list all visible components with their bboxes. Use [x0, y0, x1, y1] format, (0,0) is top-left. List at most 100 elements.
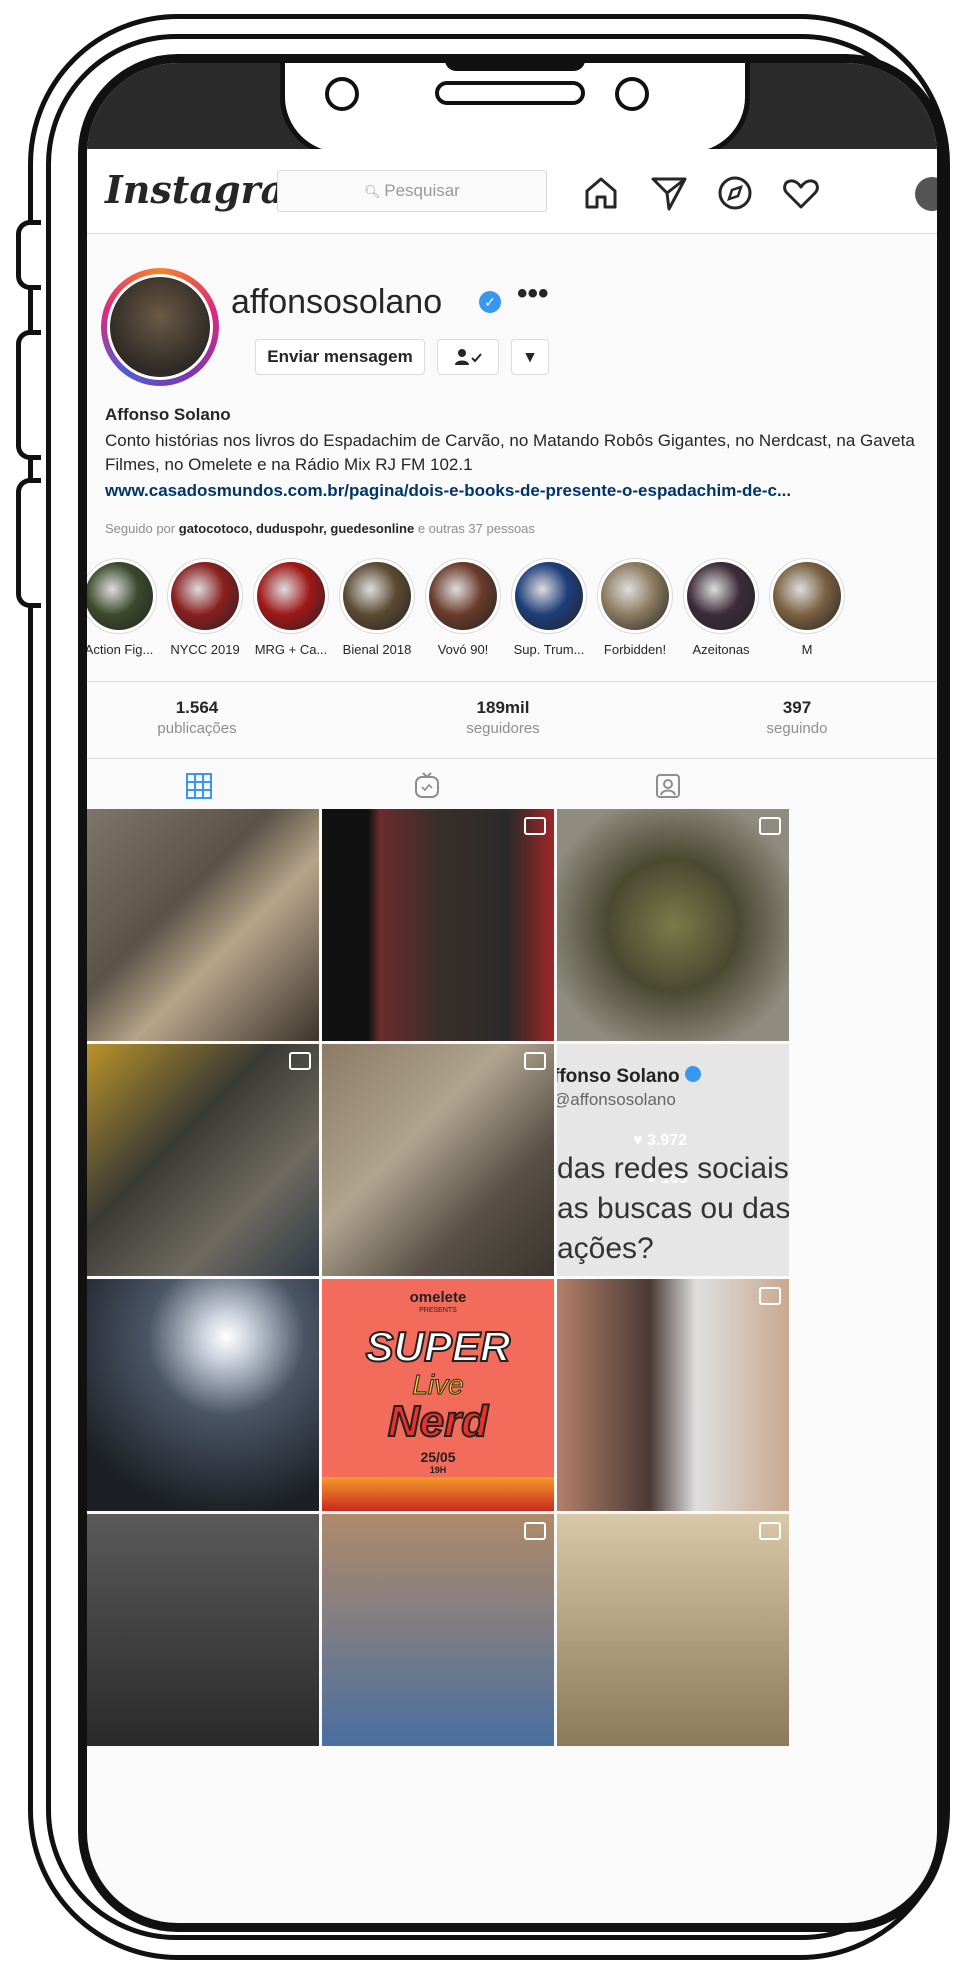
tagged-icon[interactable] — [653, 771, 683, 801]
post-dark-figure[interactable] — [87, 1514, 319, 1746]
highlight-cover — [597, 558, 673, 634]
post-bearded-man-video[interactable] — [322, 809, 554, 1041]
tweet-author-name: ffonso Solano — [557, 1066, 680, 1087]
stat-followers[interactable]: 189mil seguidores — [403, 698, 603, 737]
highlight-thumbnail — [429, 562, 497, 630]
bio-link[interactable]: www.casadosmundos.com.br/pagina/dois-e-b… — [105, 481, 791, 501]
highlight-cover — [769, 558, 845, 634]
story-highlight[interactable]: Vovó 90! — [421, 558, 505, 657]
post-blue-hat[interactable] — [322, 1514, 554, 1746]
post-alien-figure[interactable] — [87, 1044, 319, 1276]
story-highlight[interactable]: M — [765, 558, 849, 657]
search-icon: 🔍︎ — [364, 184, 385, 199]
story-highlight[interactable]: Sup. Trum... — [507, 558, 591, 657]
highlight-label: Azeitonas — [692, 642, 750, 657]
post-museum-statue[interactable] — [322, 1044, 554, 1276]
highlight-label: MRG + Ca... — [254, 642, 328, 657]
post-tweet[interactable]: ffonso Solano @affonsosolano ♥ 3.972 ● 103… — [557, 1044, 789, 1276]
highlight-thumbnail — [87, 562, 153, 630]
dropdown-button[interactable]: ▾ — [511, 339, 549, 375]
highlight-label: Vovó 90! — [437, 642, 489, 657]
post-figure-sword[interactable] — [557, 809, 789, 1041]
tweet-handle: @affonsosolano — [557, 1090, 676, 1109]
more-options-button[interactable]: ••• — [517, 277, 549, 311]
send-message-button[interactable]: Enviar mensagem — [255, 339, 425, 375]
highlight-thumbnail — [773, 562, 841, 630]
stat-following-value: 397 — [782, 698, 812, 717]
nerd-title: Nerd — [387, 1396, 489, 1447]
post-comic-face[interactable] — [557, 1514, 789, 1746]
story-highlights: Action Fig... NYCC 2019 MRG + Ca... Bienal … — [87, 558, 937, 668]
profile-avatar-ring[interactable] — [101, 268, 219, 386]
profile-avatar-icon[interactable] — [915, 177, 937, 211]
highlight-thumbnail — [171, 562, 239, 630]
notch-speaker-bar — [445, 63, 585, 71]
search-input[interactable]: 🔍︎ Pesquisar — [277, 170, 547, 212]
tweet-line-2: as buscas ou das s — [557, 1192, 789, 1225]
video-badge-icon — [524, 817, 546, 835]
highlight-cover — [511, 558, 587, 634]
post-tattoo-arm[interactable] — [87, 809, 319, 1041]
highlight-label: Action Fig... — [84, 642, 154, 657]
profile-username: affonsosolano — [231, 283, 443, 321]
heart-icon: ♥ — [633, 1132, 647, 1149]
direct-icon[interactable] — [649, 173, 689, 213]
highlight-thumbnail — [687, 562, 755, 630]
stat-posts[interactable]: 1.564 publicações — [97, 698, 297, 737]
likes-count: 3.972 — [646, 1132, 687, 1149]
stat-posts-label: publicações — [157, 720, 237, 737]
grid-icon[interactable] — [184, 771, 214, 801]
igtv-icon[interactable] — [412, 771, 442, 801]
highlight-cover — [339, 558, 415, 634]
phone-screen: Instagram 🔍︎ Pesquisar affonsosolano ✓ •… — [78, 54, 946, 1932]
stat-following-label: seguindo — [766, 720, 828, 737]
story-highlight[interactable]: Action Fig... — [84, 558, 161, 657]
highlight-thumbnail — [515, 562, 583, 630]
status-bar — [87, 63, 937, 157]
post-night-light[interactable] — [87, 1279, 319, 1511]
story-highlight[interactable]: NYCC 2019 — [163, 558, 247, 657]
speaker-slot — [435, 81, 585, 105]
tweet-author: ffonso Solano — [557, 1066, 701, 1088]
video-badge-icon — [524, 1522, 546, 1540]
tweet-line-3: ações? — [557, 1232, 654, 1265]
phone-side-button-top — [16, 220, 41, 290]
story-highlight[interactable]: MRG + Ca... — [249, 558, 333, 657]
video-badge-icon — [524, 1052, 546, 1070]
post-live-stream[interactable] — [557, 1279, 789, 1511]
story-highlight[interactable]: Forbidden! — [593, 558, 677, 657]
highlight-label: M — [801, 642, 813, 657]
home-icon[interactable] — [581, 173, 621, 213]
bio-full-name: Affonso Solano — [105, 405, 231, 424]
story-highlight[interactable]: Azeitonas — [679, 558, 763, 657]
highlight-thumbnail — [343, 562, 411, 630]
profile-tabs — [87, 759, 937, 809]
stat-followers-label: seguidores — [466, 720, 540, 737]
stat-posts-value: 1.564 — [175, 698, 219, 717]
highlight-cover — [87, 558, 157, 634]
highlight-cover — [167, 558, 243, 634]
following-button[interactable] — [437, 339, 499, 375]
camera-left — [325, 77, 359, 111]
highlight-cover — [253, 558, 329, 634]
super-title: SUPER — [365, 1322, 512, 1371]
activity-icon[interactable] — [781, 173, 821, 213]
profile-stats: 1.564 publicações 189mil seguidores 397 … — [87, 681, 937, 759]
profile-avatar — [107, 274, 213, 380]
explore-icon[interactable] — [715, 173, 755, 213]
highlight-label: Forbidden! — [603, 642, 667, 657]
likes-overlay: ♥ 3.972 — [633, 1132, 687, 1150]
omelete-brand: omelete — [409, 1289, 467, 1306]
stat-following[interactable]: 397 seguindo — [697, 698, 897, 737]
highlight-label: Sup. Trum... — [513, 642, 585, 657]
followed-by-users: gatocotoco, duduspohr, guedesonline — [178, 521, 415, 536]
verified-badge-icon: ✓ — [479, 291, 501, 313]
followed-by-text[interactable]: Seguido por gatocotoco, duduspohr, guede… — [105, 521, 535, 536]
search-placeholder: Pesquisar — [384, 181, 460, 200]
post-super-live-nerd[interactable]: omelete PRESENTS SUPER Live Nerd 25/05 19H — [322, 1279, 554, 1511]
flames-decoration — [322, 1477, 554, 1511]
verified-badge-icon — [684, 1066, 701, 1082]
story-highlight[interactable]: Bienal 2018 — [335, 558, 419, 657]
highlight-thumbnail — [601, 562, 669, 630]
stat-followers-value: 189mil — [476, 698, 530, 717]
